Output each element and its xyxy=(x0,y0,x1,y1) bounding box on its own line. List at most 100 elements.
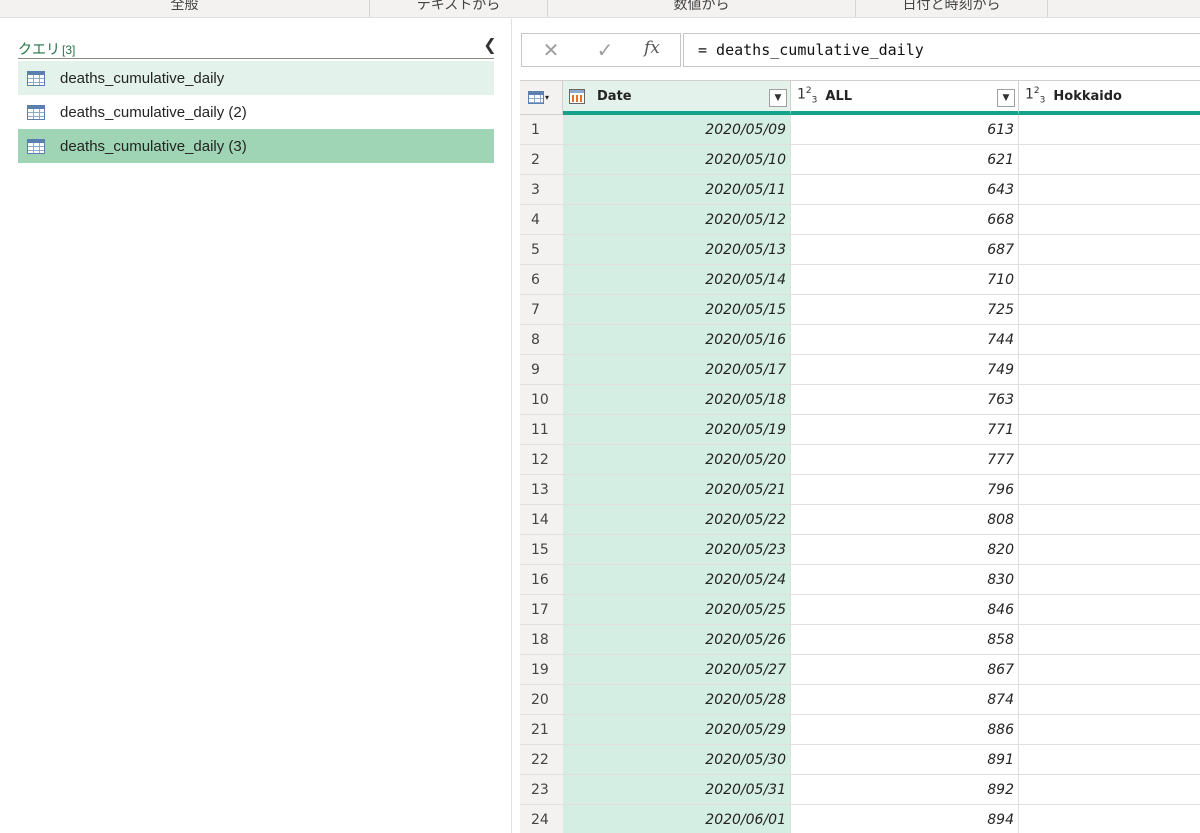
collapse-pane-icon[interactable]: ❮ xyxy=(482,35,498,54)
filter-dropdown-button[interactable]: ▼ xyxy=(997,89,1015,107)
column-header-date[interactable]: Date ▼ xyxy=(563,80,791,115)
query-item[interactable]: deaths_cumulative_daily xyxy=(18,61,494,95)
table-cell-hokkaido[interactable] xyxy=(1019,445,1200,475)
table-cell-date[interactable]: 2020/05/10 xyxy=(563,145,791,175)
table-cell-hokkaido[interactable] xyxy=(1019,475,1200,505)
table-cell-hokkaido[interactable] xyxy=(1019,505,1200,535)
row-number[interactable]: 22 xyxy=(520,745,563,775)
table-cell-hokkaido[interactable] xyxy=(1019,565,1200,595)
row-number[interactable]: 1 xyxy=(520,115,563,145)
table-cell-all[interactable]: 710 xyxy=(791,265,1019,295)
fx-icon[interactable]: fx xyxy=(644,38,660,58)
table-cell-all[interactable]: 763 xyxy=(791,385,1019,415)
table-cell-hokkaido[interactable] xyxy=(1019,715,1200,745)
table-cell-date[interactable]: 2020/05/19 xyxy=(563,415,791,445)
query-item[interactable]: deaths_cumulative_daily (3) xyxy=(18,129,494,163)
confirm-icon[interactable]: ✓ xyxy=(590,38,620,62)
table-cell-all[interactable]: 749 xyxy=(791,355,1019,385)
table-cell-hokkaido[interactable] xyxy=(1019,775,1200,805)
row-number[interactable]: 10 xyxy=(520,385,563,415)
table-cell-all[interactable]: 621 xyxy=(791,145,1019,175)
table-menu-button[interactable]: ▾ xyxy=(520,80,563,115)
query-item[interactable]: deaths_cumulative_daily (2) xyxy=(18,95,494,129)
table-cell-hokkaido[interactable] xyxy=(1019,235,1200,265)
table-cell-hokkaido[interactable] xyxy=(1019,385,1200,415)
table-cell-date[interactable]: 2020/05/25 xyxy=(563,595,791,625)
table-cell-hokkaido[interactable] xyxy=(1019,295,1200,325)
row-number[interactable]: 7 xyxy=(520,295,563,325)
table-cell-all[interactable]: 668 xyxy=(791,205,1019,235)
table-cell-date[interactable]: 2020/06/01 xyxy=(563,805,791,833)
row-number[interactable]: 17 xyxy=(520,595,563,625)
table-cell-all[interactable]: 725 xyxy=(791,295,1019,325)
column-header-all[interactable]: 123 ALL ▼ xyxy=(791,80,1019,115)
row-number[interactable]: 5 xyxy=(520,235,563,265)
table-cell-hokkaido[interactable] xyxy=(1019,655,1200,685)
table-cell-hokkaido[interactable] xyxy=(1019,805,1200,833)
table-cell-hokkaido[interactable] xyxy=(1019,595,1200,625)
table-cell-hokkaido[interactable] xyxy=(1019,115,1200,145)
table-cell-date[interactable]: 2020/05/15 xyxy=(563,295,791,325)
table-cell-hokkaido[interactable] xyxy=(1019,685,1200,715)
table-cell-hokkaido[interactable] xyxy=(1019,205,1200,235)
table-cell-date[interactable]: 2020/05/22 xyxy=(563,505,791,535)
formula-input[interactable]: = deaths_cumulative_daily xyxy=(683,33,1200,67)
row-number[interactable]: 13 xyxy=(520,475,563,505)
table-cell-all[interactable]: 771 xyxy=(791,415,1019,445)
cancel-icon[interactable]: ✕ xyxy=(536,38,566,62)
table-cell-hokkaido[interactable] xyxy=(1019,145,1200,175)
table-cell-all[interactable]: 830 xyxy=(791,565,1019,595)
row-number[interactable]: 18 xyxy=(520,625,563,655)
table-cell-date[interactable]: 2020/05/27 xyxy=(563,655,791,685)
table-cell-hokkaido[interactable] xyxy=(1019,535,1200,565)
table-cell-date[interactable]: 2020/05/09 xyxy=(563,115,791,145)
filter-dropdown-button[interactable]: ▼ xyxy=(769,89,787,107)
row-number[interactable]: 15 xyxy=(520,535,563,565)
table-cell-all[interactable]: 891 xyxy=(791,745,1019,775)
table-cell-date[interactable]: 2020/05/28 xyxy=(563,685,791,715)
column-header-hokkaido[interactable]: 123 Hokkaido xyxy=(1019,80,1200,115)
table-cell-date[interactable]: 2020/05/24 xyxy=(563,565,791,595)
row-number[interactable]: 12 xyxy=(520,445,563,475)
table-cell-hokkaido[interactable] xyxy=(1019,355,1200,385)
table-cell-date[interactable]: 2020/05/18 xyxy=(563,385,791,415)
ribbon-group-from-number[interactable]: 数値から xyxy=(548,0,856,17)
row-number[interactable]: 16 xyxy=(520,565,563,595)
table-cell-hokkaido[interactable] xyxy=(1019,265,1200,295)
row-number[interactable]: 21 xyxy=(520,715,563,745)
table-cell-all[interactable]: 820 xyxy=(791,535,1019,565)
row-number[interactable]: 6 xyxy=(520,265,563,295)
table-cell-all[interactable]: 796 xyxy=(791,475,1019,505)
row-number[interactable]: 3 xyxy=(520,175,563,205)
table-cell-date[interactable]: 2020/05/26 xyxy=(563,625,791,655)
table-cell-all[interactable]: 744 xyxy=(791,325,1019,355)
table-cell-date[interactable]: 2020/05/20 xyxy=(563,445,791,475)
row-number[interactable]: 23 xyxy=(520,775,563,805)
table-cell-all[interactable]: 777 xyxy=(791,445,1019,475)
table-cell-hokkaido[interactable] xyxy=(1019,625,1200,655)
table-cell-date[interactable]: 2020/05/29 xyxy=(563,715,791,745)
row-number[interactable]: 11 xyxy=(520,415,563,445)
table-cell-all[interactable]: 643 xyxy=(791,175,1019,205)
table-cell-all[interactable]: 867 xyxy=(791,655,1019,685)
table-cell-date[interactable]: 2020/05/12 xyxy=(563,205,791,235)
table-cell-hokkaido[interactable] xyxy=(1019,325,1200,355)
table-cell-date[interactable]: 2020/05/21 xyxy=(563,475,791,505)
row-number[interactable]: 9 xyxy=(520,355,563,385)
ribbon-group-from-date-time[interactable]: 日付と時刻から xyxy=(856,0,1048,17)
table-cell-hokkaido[interactable] xyxy=(1019,745,1200,775)
table-cell-date[interactable]: 2020/05/17 xyxy=(563,355,791,385)
table-cell-all[interactable]: 808 xyxy=(791,505,1019,535)
table-cell-date[interactable]: 2020/05/31 xyxy=(563,775,791,805)
table-cell-all[interactable]: 613 xyxy=(791,115,1019,145)
row-number[interactable]: 8 xyxy=(520,325,563,355)
row-number[interactable]: 4 xyxy=(520,205,563,235)
row-number[interactable]: 14 xyxy=(520,505,563,535)
ribbon-group-general[interactable]: 全般 xyxy=(0,0,370,17)
table-cell-date[interactable]: 2020/05/13 xyxy=(563,235,791,265)
table-cell-all[interactable]: 858 xyxy=(791,625,1019,655)
row-number[interactable]: 19 xyxy=(520,655,563,685)
table-cell-all[interactable]: 892 xyxy=(791,775,1019,805)
table-cell-date[interactable]: 2020/05/16 xyxy=(563,325,791,355)
table-cell-all[interactable]: 874 xyxy=(791,685,1019,715)
